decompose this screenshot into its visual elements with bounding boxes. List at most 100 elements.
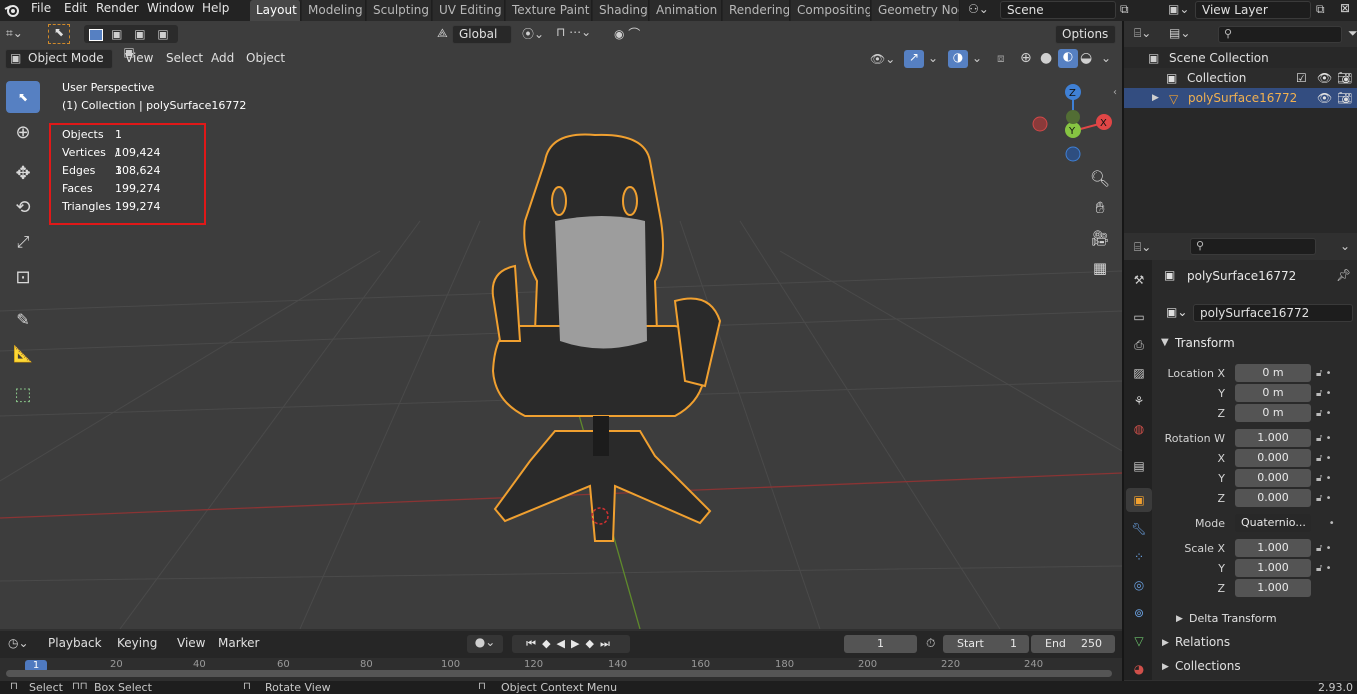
add-cube-tool-button[interactable]: ⬚	[6, 378, 40, 410]
tab-sculpting[interactable]: Sculpting	[367, 0, 432, 21]
checkbox-checked-icon[interactable]: ☑	[1296, 68, 1307, 88]
office-chair-model[interactable]	[475, 131, 735, 561]
location-x-field[interactable]: 0 m	[1235, 364, 1311, 382]
next-keyframe-icon[interactable]: ◆	[585, 637, 599, 650]
menu-timeline-view[interactable]: View	[171, 634, 211, 654]
menu-view[interactable]: View	[119, 49, 159, 69]
menu-add[interactable]: Add	[205, 49, 240, 69]
lock-icon[interactable]: 🔓︎ •	[1316, 559, 1352, 579]
tab-tool[interactable]: ⚒	[1126, 268, 1152, 292]
blender-logo-icon[interactable]	[4, 2, 20, 18]
object-name-input[interactable]: polySurface16772	[1193, 304, 1353, 322]
copy-view-layer-icon[interactable]: ⧉	[1316, 2, 1325, 17]
camera-view-button[interactable]: 🎥︎	[1086, 224, 1114, 252]
transform-orientation-dropdown[interactable]: Global	[452, 25, 512, 44]
timeline-scrollbar[interactable]	[6, 670, 1112, 677]
delta-transform-header[interactable]: Delta Transform	[1189, 612, 1277, 625]
scale-z-field[interactable]: 1.000	[1235, 579, 1311, 597]
overlays-menu-icon[interactable]: ⌄	[972, 51, 982, 65]
expand-arrow-icon[interactable]: ▶	[1152, 88, 1159, 108]
lock-icon[interactable]: 🔓︎ •	[1316, 489, 1352, 509]
menu-edit[interactable]: Edit	[60, 0, 91, 21]
select-mode-icon[interactable]: ⬉	[48, 24, 70, 44]
location-z-field[interactable]: 0 m	[1235, 404, 1311, 422]
rotate-tool-button[interactable]: ⟲	[6, 191, 40, 223]
tab-layout[interactable]: Layout	[250, 0, 301, 21]
ortho-toggle-button[interactable]: ▦	[1086, 254, 1114, 282]
select-tool-button[interactable]: ⬉	[6, 81, 40, 113]
zoom-button[interactable]: 🔍︎	[1086, 164, 1114, 192]
scene-name-field[interactable]: Scene	[1000, 1, 1116, 19]
view-layer-icon[interactable]: ▣⌄	[1168, 2, 1189, 16]
rotation-z-field[interactable]: 0.000	[1235, 489, 1311, 507]
snap-icon[interactable]: ⊓ ⋯⌄	[556, 25, 591, 39]
tab-geometry-nodes[interactable]: Geometry Nod	[872, 0, 960, 21]
jump-start-icon[interactable]: ⏮	[526, 637, 542, 650]
outliner-row-scene-collection[interactable]: ▣ Scene Collection	[1124, 48, 1357, 68]
relations-expand-icon[interactable]: ▶	[1162, 638, 1169, 648]
tab-texture-paint[interactable]: Texture Paint	[506, 0, 592, 21]
rotation-w-field[interactable]: 1.000	[1235, 429, 1311, 447]
keyframe-dot-icon[interactable]: •	[1316, 514, 1352, 534]
stopwatch-icon[interactable]: ⏱	[926, 636, 935, 651]
solid-shading-icon[interactable]: ●	[1040, 50, 1052, 66]
relations-header[interactable]: Relations	[1175, 635, 1230, 649]
camera-render-icon[interactable]: 📷︎	[1337, 68, 1352, 88]
gizmo-toggle-icon[interactable]: ↗	[904, 50, 924, 68]
tab-compositing[interactable]: Compositing	[791, 0, 871, 21]
lock-icon[interactable]: 🔓︎ •	[1316, 364, 1352, 384]
properties-search-input[interactable]	[1190, 238, 1316, 255]
rotation-mode-dropdown[interactable]: Quaternio...	[1235, 514, 1311, 532]
options-dropdown[interactable]: Options	[1055, 25, 1116, 44]
menu-keying[interactable]: Keying	[111, 634, 163, 654]
menu-marker[interactable]: Marker	[212, 634, 265, 654]
rotation-x-field[interactable]: 0.000	[1235, 449, 1311, 467]
filter-icon[interactable]: ⏷	[1348, 26, 1357, 41]
wireframe-shading-icon[interactable]: ⊕	[1020, 50, 1032, 66]
lock-icon[interactable]: 🔓︎ •	[1316, 539, 1352, 559]
transform-header[interactable]: Transform	[1175, 336, 1235, 350]
sidebar-toggle-icon[interactable]: ‹	[1113, 87, 1117, 98]
tab-shading[interactable]: Shading	[593, 0, 649, 21]
jump-end-icon[interactable]: ⏭	[600, 637, 616, 650]
overlays-toggle-icon[interactable]: ◑	[948, 50, 968, 68]
menu-file[interactable]: File	[27, 0, 55, 21]
box-select-modes-icon[interactable]: ▣ ▣ ▣ ▣	[84, 25, 178, 59]
menu-render[interactable]: Render	[92, 0, 143, 21]
tab-material[interactable]: ◕	[1126, 657, 1152, 681]
editor-type-icon[interactable]: ⌗⌄	[6, 26, 23, 41]
pan-button[interactable]: ✋︎	[1086, 194, 1114, 222]
lock-icon[interactable]: 🔓︎ •	[1316, 404, 1352, 424]
timeline-editor-icon[interactable]: ◷⌄	[8, 636, 29, 650]
visibility-icon[interactable]: 👁⌄	[870, 52, 895, 66]
outliner-search-input[interactable]	[1218, 26, 1342, 43]
tab-output[interactable]: ⎙	[1126, 333, 1152, 357]
play-reverse-icon[interactable]: ◀	[557, 637, 571, 650]
tab-modeling[interactable]: Modeling	[302, 0, 366, 21]
material-preview-shading-icon[interactable]: ◐	[1058, 49, 1078, 68]
copy-scene-icon[interactable]: ⧉	[1120, 2, 1129, 17]
tab-constraints[interactable]: ⊚	[1126, 601, 1152, 625]
rotation-y-field[interactable]: 0.000	[1235, 469, 1311, 487]
end-frame-field[interactable]: End 250	[1031, 635, 1115, 653]
location-y-field[interactable]: 0 m	[1235, 384, 1311, 402]
collections-expand-icon[interactable]: ▶	[1162, 662, 1169, 672]
record-icon[interactable]: ●⌄	[467, 635, 503, 653]
lock-icon[interactable]: 🔓︎ •	[1316, 384, 1352, 404]
properties-editor-icon[interactable]: ⌸⌄	[1134, 240, 1151, 255]
view-layer-field[interactable]: View Layer	[1195, 1, 1311, 19]
lock-icon[interactable]: 🔓︎ •	[1316, 429, 1352, 449]
3d-viewport[interactable]: ⌗⌄ ⬉ ▣ ▣ ▣ ▣ ⟁ Global ⦿⌄ ⊓ ⋯⌄ ◉ ⌒ Option…	[0, 21, 1122, 629]
tab-uv-editing[interactable]: UV Editing	[433, 0, 505, 21]
delta-transform-expand-icon[interactable]: ▶	[1176, 614, 1183, 624]
menu-object[interactable]: Object	[240, 49, 291, 69]
outliner-row-collection[interactable]: ▣ Collection ☑ 👁︎ 📷︎	[1124, 68, 1357, 88]
scale-x-field[interactable]: 1.000	[1235, 539, 1311, 557]
close-view-layer-icon[interactable]: ⊠	[1340, 1, 1350, 15]
object-data-icon[interactable]: ▣⌄	[1166, 305, 1187, 319]
menu-playback[interactable]: Playback	[42, 634, 108, 654]
outliner-row-object[interactable]: ▶ ▽ polySurface16772 👁︎ 📷︎	[1124, 88, 1357, 108]
scale-y-field[interactable]: 1.000	[1235, 559, 1311, 577]
scale-tool-button[interactable]: ⤢	[6, 226, 40, 258]
menu-window[interactable]: Window	[143, 0, 198, 21]
